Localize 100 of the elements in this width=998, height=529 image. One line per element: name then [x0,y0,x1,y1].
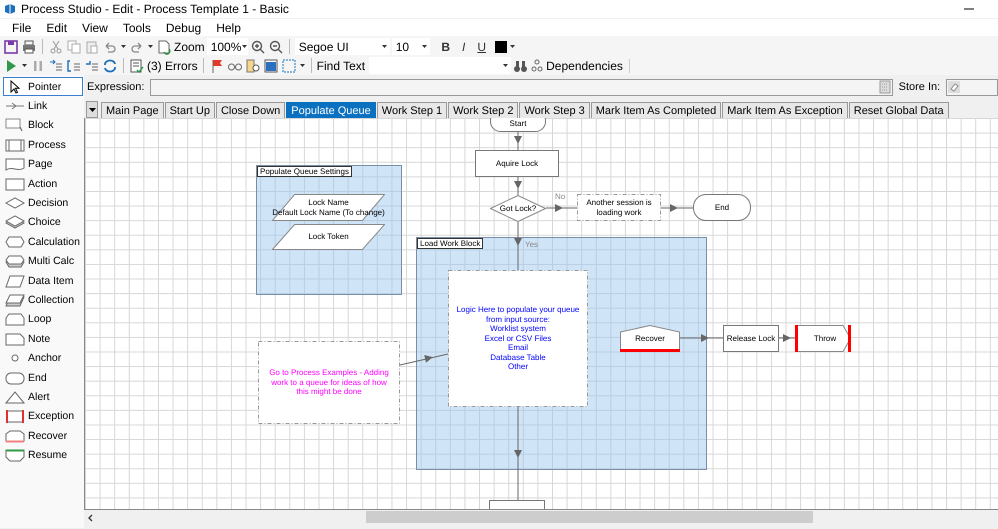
resume-icon [5,448,25,462]
app-logo-icon [4,3,16,15]
print-icon[interactable] [21,38,37,54]
connector-label: Yes [525,240,538,249]
palette-item[interactable]: End [3,368,83,388]
palette-item[interactable]: Resume [3,445,83,465]
data-item-node[interactable]: Lock Token [272,224,385,250]
start-node[interactable]: Start [490,118,546,132]
menu-item[interactable]: Edit [38,20,74,34]
calculation-icon [5,234,25,249]
palette-item[interactable]: Block [3,116,83,136]
network-icon [531,58,544,72]
page-icon [5,157,25,172]
tab[interactable]: Main Page [101,102,164,118]
palette-item[interactable]: Calculation [3,232,83,252]
menu-item[interactable]: File [4,20,38,34]
palette-item[interactable]: Process [3,135,83,155]
document-search-icon[interactable] [244,58,261,74]
calculator-icon[interactable] [878,80,892,94]
zoom-out-icon[interactable] [268,38,284,54]
palette-item[interactable]: Note [3,329,83,348]
connector-arrow [660,204,694,212]
palette-item[interactable]: Decision [3,193,83,213]
tab[interactable]: Work Step 2 [448,102,518,118]
font-size-dropdown[interactable]: 10 [392,38,430,55]
palette-item[interactable]: Alert [3,387,83,407]
dependencies-button[interactable]: Dependencies [531,58,630,72]
palette-item[interactable]: Page [3,154,83,174]
tab-list-button[interactable] [86,101,98,118]
italic-button[interactable]: I [456,40,472,54]
palette-item[interactable]: Choice [3,212,83,232]
step-in-icon[interactable] [66,58,82,74]
color-swatch[interactable] [494,40,507,52]
connector-arrow [400,354,448,366]
action-icon [5,176,25,191]
font-dropdown[interactable]: Segoe UI [294,38,390,55]
save-icon[interactable] [3,38,19,54]
connector-arrow [778,334,796,342]
find-text-field[interactable] [369,57,512,74]
decision-icon [5,196,25,210]
palette-item[interactable]: Exception [3,406,83,426]
connector-arrow [680,334,724,342]
palette-item[interactable]: Collection [3,290,83,310]
connector-arrow [514,176,522,196]
palette-item[interactable]: Action [3,174,83,194]
recover-icon [5,428,25,443]
find-text-label: Find Text [316,58,366,72]
palette-item[interactable]: Recover [3,426,83,446]
underline-button[interactable]: U [474,40,490,54]
bold-button[interactable]: B [438,40,454,54]
tab[interactable]: Mark Item As Exception [722,102,848,118]
tab[interactable]: Populate Queue [286,102,376,118]
refresh-icon[interactable] [102,58,118,74]
store-in-label: Store In: [898,81,940,93]
checklist-icon[interactable] [129,58,145,74]
connector-arrow [546,204,578,212]
tab[interactable]: Close Down [216,102,286,118]
zoom-in-icon[interactable] [250,38,266,54]
step-icon[interactable] [48,58,64,74]
tab[interactable]: Start Up [164,102,215,118]
connector-arrow [514,132,522,150]
alert-icon [5,390,25,404]
palette-item[interactable]: Pointer [3,77,83,96]
scrollbar-thumb[interactable] [366,511,813,523]
tab[interactable]: Work Step 1 [376,102,448,118]
tab[interactable]: Work Step 3 [519,102,590,118]
tab[interactable]: Reset Global Data [848,102,949,118]
note[interactable]: Logic Here to populate your queue from input source: Worklist system Excel or CSV Files Email Database Table Other [448,270,588,407]
palette-item[interactable]: Anchor [3,348,83,368]
scissors-icon[interactable] [48,38,64,54]
page-zoom-icon[interactable] [156,38,172,54]
loop-icon [5,312,25,326]
tag-icon[interactable] [947,80,962,94]
palette-item[interactable]: Loop [3,310,83,330]
window-title: Process Studio - Edit - Process Template 1 - Basic [21,2,289,16]
note[interactable]: Another session is loading work [577,194,661,221]
menu-item[interactable]: View [74,20,115,34]
errors-button[interactable]: (3) Errors [147,58,198,72]
data-item-node[interactable]: Lock Name Default Lock Name (To change) [272,194,385,221]
action-node[interactable]: Aquire Lock [475,150,559,177]
end-node[interactable]: End [693,194,751,221]
window-icon[interactable] [262,58,279,74]
menu-item[interactable]: Debug [158,20,208,34]
zoom-dropdown[interactable]: 100% [206,38,248,55]
palette-item[interactable]: Data Item [3,270,83,290]
block-icon [5,118,25,132]
recover-node[interactable]: Recover [620,325,680,352]
menu-item[interactable]: Tools [114,20,158,34]
selection-icon[interactable] [280,58,297,74]
zoom-label: Zoom [174,40,205,54]
decision-node[interactable]: Got Lock? [490,195,546,222]
menu-item[interactable]: Help [208,20,248,34]
tab[interactable]: Mark Item As Completed [590,102,722,118]
expression-field[interactable] [150,78,893,96]
palette-item[interactable]: Link [3,96,83,116]
palette-item[interactable]: Multi Calc [3,252,83,271]
exception-icon [5,409,25,424]
action-node[interactable]: Release Lock [723,325,779,352]
store-in-field[interactable] [946,78,998,96]
block-label: Load Work Block [417,238,484,249]
